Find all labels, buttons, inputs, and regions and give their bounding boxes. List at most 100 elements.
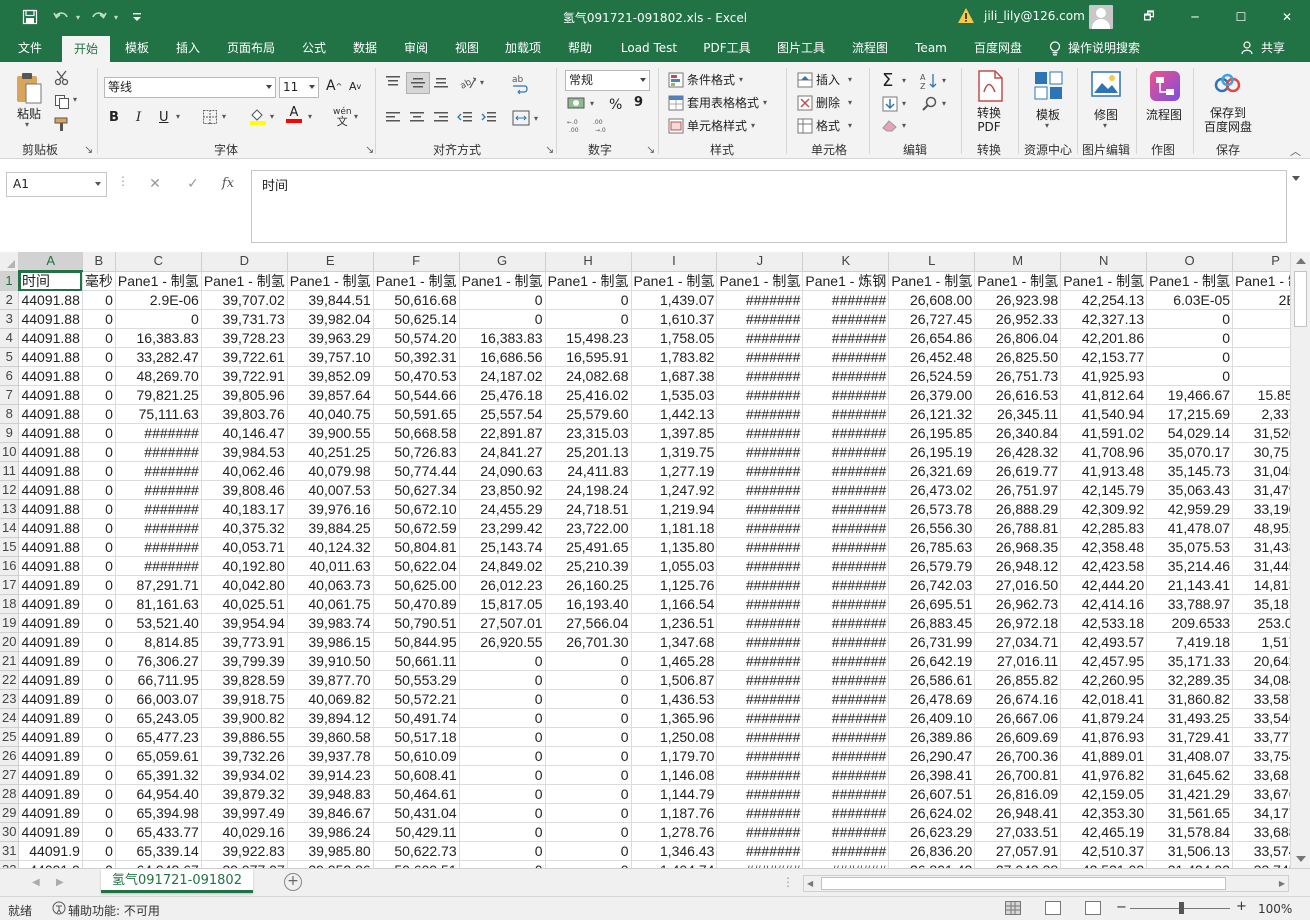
data-cell[interactable]: 39,894.12	[287, 708, 374, 728]
data-cell[interactable]: 39,934.02	[201, 765, 288, 785]
data-cell[interactable]: 31,860.82	[1146, 689, 1234, 709]
data-cell[interactable]: 39,828.59	[201, 670, 288, 690]
tab-file[interactable]: 文件	[8, 34, 52, 62]
merge-center-icon[interactable]	[512, 110, 530, 126]
data-cell[interactable]: 26,556.30	[888, 518, 976, 538]
data-cell[interactable]: 0	[115, 309, 202, 329]
cell-styles-button[interactable]: 单元格样式 ▾	[668, 117, 755, 134]
data-cell[interactable]: 31,729.41	[1146, 727, 1234, 747]
share-person-icon[interactable]	[1238, 34, 1258, 62]
data-cell[interactable]: 41,708.96	[1060, 442, 1148, 462]
data-cell[interactable]: 19,466.67	[1146, 385, 1234, 405]
data-cell[interactable]: 26,667.06	[974, 708, 1062, 728]
data-cell[interactable]: #######	[802, 404, 890, 424]
percent-style-button[interactable]: %	[609, 97, 622, 113]
data-cell[interactable]: 26,785.63	[888, 537, 976, 557]
data-cell[interactable]: 41,925.93	[1060, 366, 1148, 386]
avatar[interactable]	[1089, 5, 1113, 29]
data-cell[interactable]: 0	[1146, 366, 1234, 386]
data-cell[interactable]: 44091.88	[18, 347, 83, 367]
data-cell[interactable]: 50,610.09	[373, 746, 460, 766]
header-cell[interactable]: Pane1 - 制氢	[1060, 271, 1148, 291]
data-cell[interactable]: 44091.89	[18, 575, 83, 595]
header-cell[interactable]: Pane1 - 制氢	[459, 271, 546, 291]
data-cell[interactable]: 0	[82, 784, 116, 804]
data-cell[interactable]: 39,948.83	[287, 784, 374, 804]
data-cell[interactable]: 26,654.86	[888, 328, 976, 348]
data-cell[interactable]: #######	[716, 461, 804, 481]
data-cell[interactable]: 33,788.97	[1146, 594, 1234, 614]
data-cell[interactable]: 31,438.38	[1232, 537, 1290, 557]
data-cell[interactable]: 50,392.31	[373, 347, 460, 367]
select-all-corner[interactable]	[0, 252, 20, 272]
row-header[interactable]: 1	[0, 271, 20, 291]
data-cell[interactable]: 31,520.80	[1232, 423, 1290, 443]
data-cell[interactable]: 1,783.82	[631, 347, 718, 367]
data-cell[interactable]: 0	[459, 689, 546, 709]
data-cell[interactable]: 44091.88	[18, 442, 83, 462]
fill-down-icon[interactable]	[882, 96, 898, 112]
column-header[interactable]: L	[888, 252, 976, 272]
data-cell[interactable]: #######	[802, 309, 890, 329]
data-cell[interactable]: 39,986.24	[287, 822, 374, 842]
data-cell[interactable]: 1,465.28	[631, 651, 718, 671]
data-cell[interactable]: 31,493.25	[1146, 708, 1234, 728]
maximize-button[interactable]: ☐	[1218, 0, 1264, 34]
data-cell[interactable]: 26,751.73	[974, 366, 1062, 386]
row-header[interactable]: 20	[0, 632, 20, 652]
data-cell[interactable]: 25,416.02	[545, 385, 632, 405]
clipboard-launcher-icon[interactable]: ↘	[84, 143, 93, 156]
tab-flowchart[interactable]: 流程图	[845, 34, 895, 62]
data-cell[interactable]: 26,788.81	[974, 518, 1062, 538]
data-cell[interactable]: 50,625.14	[373, 309, 460, 329]
data-cell[interactable]: 44091.89	[18, 784, 83, 804]
data-cell[interactable]: 0	[459, 746, 546, 766]
data-cell[interactable]: #######	[802, 423, 890, 443]
data-cell[interactable]: 30,751.52	[1232, 442, 1290, 462]
data-cell[interactable]: 0	[82, 518, 116, 538]
data-cell[interactable]: #######	[716, 765, 804, 785]
data-cell[interactable]: 0	[82, 613, 116, 633]
cut-icon[interactable]	[54, 70, 70, 86]
data-cell[interactable]: 40,042.80	[201, 575, 288, 595]
scroll-right-icon[interactable]: ▶	[1279, 879, 1285, 888]
data-cell[interactable]: 40,251.25	[287, 442, 374, 462]
data-cell[interactable]: 39,900.55	[287, 423, 374, 443]
page-layout-view-icon[interactable]	[1045, 901, 1061, 915]
data-cell[interactable]: 26,888.29	[974, 499, 1062, 519]
data-cell[interactable]: 0	[82, 309, 116, 329]
data-cell[interactable]: 33,777.89	[1232, 727, 1290, 747]
tab-data[interactable]: 数据	[345, 34, 385, 62]
data-cell[interactable]: 0	[545, 765, 632, 785]
header-cell[interactable]: Pane1 - 制氢	[115, 271, 202, 291]
header-cell[interactable]: Pane1 - 制氢	[888, 271, 976, 291]
data-cell[interactable]: 26,608.00	[888, 290, 976, 310]
data-cell[interactable]: 65,059.61	[115, 746, 202, 766]
data-cell[interactable]: 16,595.91	[545, 347, 632, 367]
data-cell[interactable]: 26,398.41	[888, 765, 976, 785]
data-cell[interactable]: 0	[545, 822, 632, 842]
data-cell[interactable]: 41,876.93	[1060, 727, 1148, 747]
data-cell[interactable]: 39,707.02	[201, 290, 288, 310]
data-cell[interactable]: 26,968.35	[974, 537, 1062, 557]
copy-icon[interactable]	[54, 94, 70, 110]
data-cell[interactable]: #######	[716, 575, 804, 595]
data-cell[interactable]: 44091.88	[18, 461, 83, 481]
data-cell[interactable]: 44091.89	[18, 765, 83, 785]
data-cell[interactable]: 26,806.04	[974, 328, 1062, 348]
data-cell[interactable]: 26,731.99	[888, 632, 976, 652]
data-cell[interactable]: 0	[545, 708, 632, 728]
data-cell[interactable]: 42,358.48	[1060, 537, 1148, 557]
tab-picture-tools[interactable]: 图片工具	[769, 34, 833, 62]
data-cell[interactable]: #######	[716, 290, 804, 310]
header-cell[interactable]: Pane1 - 炼钢	[802, 271, 890, 291]
data-cell[interactable]: 35,145.73	[1146, 461, 1234, 481]
data-cell[interactable]: 24,187.02	[459, 366, 546, 386]
data-cell[interactable]: #######	[716, 499, 804, 519]
data-cell[interactable]: 34,084.52	[1232, 670, 1290, 690]
data-cell[interactable]: 0	[82, 537, 116, 557]
data-cell[interactable]: 50,790.51	[373, 613, 460, 633]
data-cell[interactable]: 31,445.39	[1232, 556, 1290, 576]
data-cell[interactable]: 44091.89	[18, 803, 83, 823]
formula-input[interactable]: 时间	[251, 170, 1287, 243]
